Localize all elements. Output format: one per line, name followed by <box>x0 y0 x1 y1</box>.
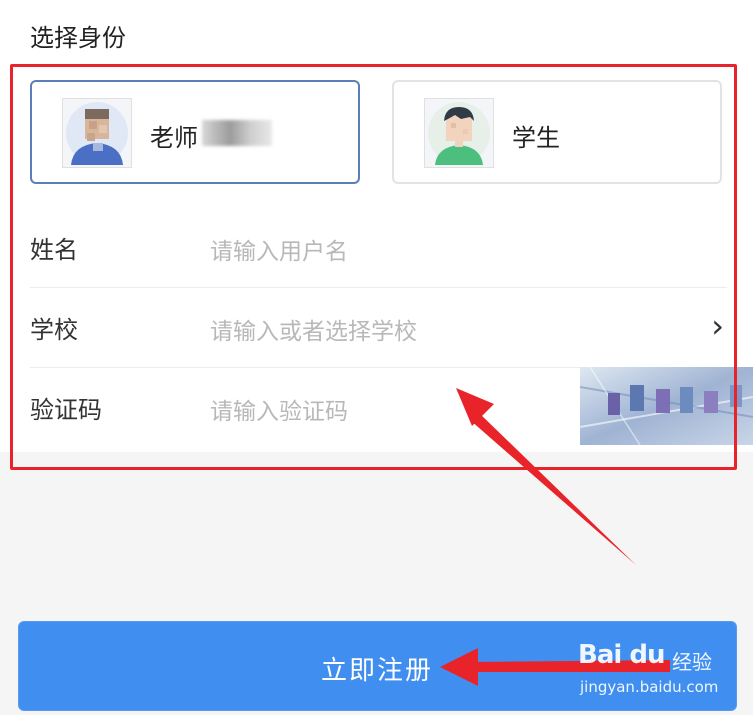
section-title: 选择身份 <box>30 24 126 52</box>
annotation-highlight-box <box>10 64 737 470</box>
baidu-jingyan-watermark: Bai du 经验 jingyan.baidu.com <box>578 636 738 706</box>
register-button-label: 立即注册 <box>321 656 434 686</box>
watermark-url: jingyan.baidu.com <box>580 678 719 696</box>
watermark-name: 经验 <box>672 650 712 674</box>
watermark-brand: Bai du <box>578 640 665 670</box>
